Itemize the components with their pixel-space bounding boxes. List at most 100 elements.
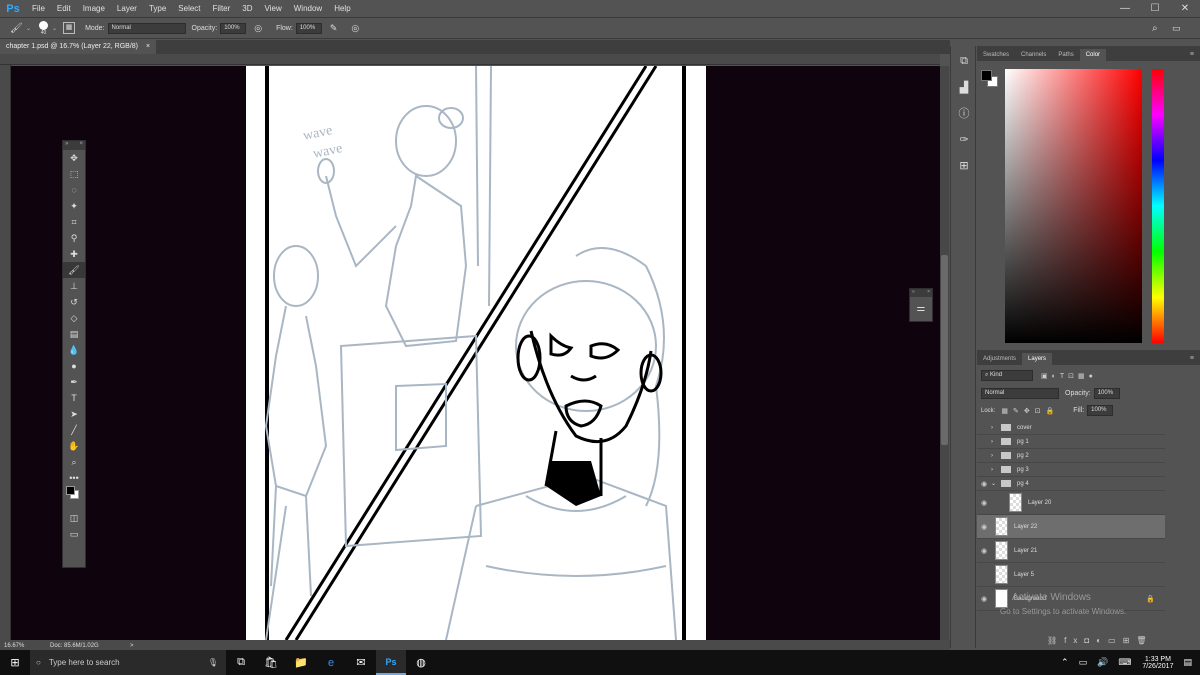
- tab-color[interactable]: Color: [1079, 49, 1107, 61]
- menu-help[interactable]: Help: [328, 4, 356, 13]
- layer-row-layer22[interactable]: ◉ Layer 22: [977, 515, 1165, 539]
- document-tab[interactable]: chapter 1.psd @ 16.7% (Layer 22, RGB/8) …: [0, 40, 157, 54]
- brush-tool-icon[interactable]: 🖌: [10, 23, 26, 34]
- eye-icon[interactable]: ◉: [977, 595, 991, 603]
- notifications-icon[interactable]: ▤: [1183, 657, 1192, 668]
- gradient-tool-icon[interactable]: ▤: [63, 326, 85, 342]
- mail-icon[interactable]: ✉: [346, 650, 376, 675]
- blur-tool-icon[interactable]: 💧: [63, 342, 85, 358]
- workspace-icon[interactable]: ▭: [1172, 23, 1181, 34]
- search-icon[interactable]: ⌕: [1152, 23, 1158, 34]
- new-group-icon[interactable]: ▭: [1108, 636, 1123, 645]
- layer-row-layer20[interactable]: ◉ Layer 20: [977, 491, 1165, 515]
- panel-menu-icon[interactable]: ≡: [1184, 352, 1200, 365]
- fx-icon[interactable]: fx: [1064, 636, 1084, 645]
- eye-icon[interactable]: ◉: [977, 523, 991, 531]
- menu-edit[interactable]: Edit: [51, 4, 77, 13]
- tab-adjustments[interactable]: Adjustments: [977, 353, 1022, 365]
- marquee-tool-icon[interactable]: ⬚: [63, 166, 85, 182]
- clone-source-icon[interactable]: ⊞: [951, 152, 977, 178]
- menu-file[interactable]: File: [26, 4, 51, 13]
- brush-tool-icon[interactable]: 🖌: [63, 262, 85, 278]
- foreground-color-swatch[interactable]: [981, 70, 992, 81]
- menu-image[interactable]: Image: [77, 4, 111, 13]
- color-swatches[interactable]: [63, 486, 85, 510]
- zoom-level[interactable]: 16.67%: [0, 643, 50, 649]
- pressure-size-icon[interactable]: ◎: [351, 23, 359, 34]
- line-tool-icon[interactable]: ╱: [63, 422, 85, 438]
- color-field[interactable]: [1005, 69, 1142, 343]
- move-tool-icon[interactable]: ✥: [63, 150, 85, 166]
- vertical-scroll-thumb[interactable]: [941, 255, 948, 445]
- lock-options-icons[interactable]: ▦✎✥⊡🔒: [1001, 407, 1059, 415]
- screen-mode-icon[interactable]: ▭: [63, 526, 85, 542]
- close-button[interactable]: ✕: [1170, 0, 1200, 17]
- link-layers-icon[interactable]: ⛓: [1047, 636, 1064, 645]
- taskbar-search[interactable]: ○ Type here to search 🎙: [30, 650, 226, 675]
- layer-filter-select[interactable]: ⌕ Kind: [981, 370, 1033, 381]
- trash-icon[interactable]: 🗑: [1136, 636, 1153, 645]
- path-select-tool-icon[interactable]: ➤: [63, 406, 85, 422]
- eyedropper-tool-icon[interactable]: ⚲: [63, 230, 85, 246]
- pen-tool-icon[interactable]: ✒: [63, 374, 85, 390]
- lasso-tool-icon[interactable]: ◌: [63, 182, 85, 198]
- tab-paths[interactable]: Paths: [1052, 49, 1079, 61]
- layer-row-pg1[interactable]: › pg 1: [977, 435, 1165, 449]
- file-explorer-icon[interactable]: 📁: [286, 650, 316, 675]
- flow-input[interactable]: 100%: [295, 22, 322, 34]
- quick-select-tool-icon[interactable]: ✦: [63, 198, 85, 214]
- collapse-icon[interactable]: »: [65, 141, 68, 150]
- chevron-right-icon[interactable]: ›: [991, 425, 999, 431]
- chevron-right-icon[interactable]: ›: [991, 439, 999, 445]
- chevron-right-icon[interactable]: ›: [991, 453, 999, 459]
- store-icon[interactable]: 🛍: [256, 650, 286, 675]
- menu-type[interactable]: Type: [143, 4, 172, 13]
- close-tab-icon[interactable]: ×: [146, 43, 150, 50]
- quick-mask-icon[interactable]: ◫: [63, 510, 85, 526]
- clone-stamp-tool-icon[interactable]: ⊥: [63, 278, 85, 294]
- brush-settings-icon[interactable]: ✑: [951, 126, 977, 152]
- eye-icon[interactable]: ◉: [977, 499, 991, 507]
- layer-row-cover[interactable]: › cover: [977, 421, 1165, 435]
- new-layer-icon[interactable]: ⊞: [1123, 636, 1137, 645]
- menu-window[interactable]: Window: [288, 4, 328, 13]
- edge-icon[interactable]: e: [316, 650, 346, 675]
- histogram-icon[interactable]: ▟: [951, 74, 977, 100]
- task-view-icon[interactable]: ⧉: [226, 650, 256, 675]
- foreground-color-swatch[interactable]: [66, 486, 75, 495]
- zoom-tool-icon[interactable]: ⌕: [63, 454, 85, 470]
- color-swatches[interactable]: [981, 70, 999, 88]
- ruler-horizontal[interactable]: [0, 54, 940, 65]
- microphone-icon[interactable]: 🎙: [208, 658, 218, 667]
- opacity-input[interactable]: 100%: [220, 22, 247, 34]
- collapse-icon[interactable]: »: [912, 289, 915, 297]
- eye-icon[interactable]: ◉: [977, 547, 991, 555]
- info-icon[interactable]: ⓘ: [951, 100, 977, 126]
- tab-channels[interactable]: Channels: [1015, 49, 1052, 61]
- crop-tool-icon[interactable]: ⌗: [63, 214, 85, 230]
- add-mask-icon[interactable]: ◘: [1084, 636, 1096, 645]
- brush-preset-picker[interactable]: 40: [39, 20, 49, 36]
- chevron-right-icon[interactable]: ›: [991, 467, 999, 473]
- status-menu-arrow[interactable]: >: [130, 643, 134, 649]
- menu-select[interactable]: Select: [172, 4, 206, 13]
- blend-mode-select[interactable]: Normal: [981, 388, 1059, 399]
- layer-row-layer21[interactable]: ◉ Layer 21: [977, 539, 1165, 563]
- type-tool-icon[interactable]: T: [63, 390, 85, 406]
- photoshop-taskbar-icon[interactable]: Ps: [376, 650, 406, 675]
- chevron-up-icon[interactable]: ⌃: [1061, 657, 1069, 668]
- filter-type-icons[interactable]: ▣◐T⊡▦●: [1041, 372, 1097, 380]
- close-icon[interactable]: ×: [79, 141, 83, 150]
- history-icon[interactable]: ⧉: [951, 48, 977, 74]
- keyboard-icon[interactable]: ⌨: [1118, 657, 1131, 668]
- menu-layer[interactable]: Layer: [111, 4, 143, 13]
- healing-brush-tool-icon[interactable]: ✚: [63, 246, 85, 262]
- clock[interactable]: 1:33 PM 7/26/2017: [1142, 656, 1173, 670]
- layer-row-layer5[interactable]: Layer 5: [977, 563, 1165, 587]
- floating-panel-header[interactable]: » ×: [910, 289, 932, 297]
- more-tools-icon[interactable]: •••: [63, 470, 85, 486]
- brush-panel-icon[interactable]: ▦: [63, 22, 76, 34]
- ruler-vertical[interactable]: [0, 65, 11, 640]
- chevron-down-icon[interactable]: ⌄: [52, 25, 57, 32]
- volume-icon[interactable]: 🔊: [1097, 657, 1108, 668]
